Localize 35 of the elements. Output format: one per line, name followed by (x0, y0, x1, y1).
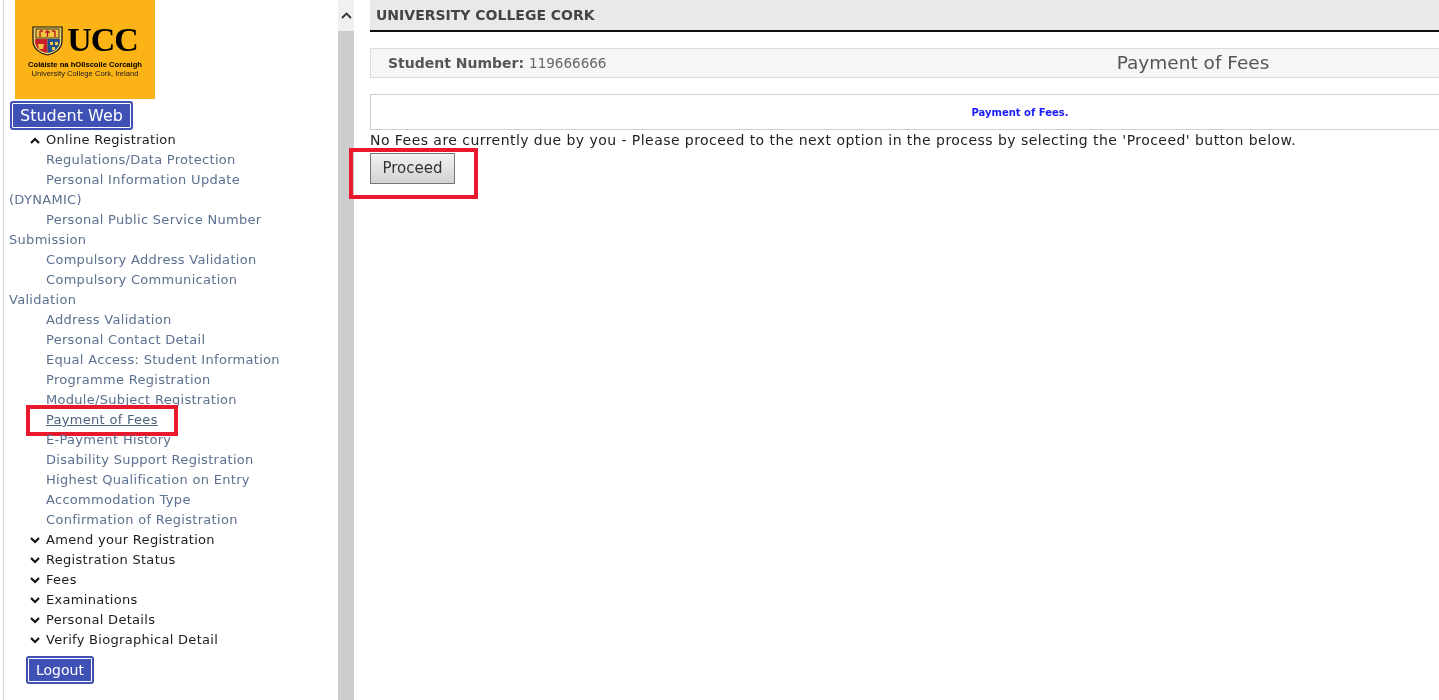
menu-section-link[interactable]: Online Registration (46, 130, 177, 150)
chevron-up-icon (340, 12, 352, 19)
student-number-value: 119666666 (529, 53, 607, 73)
logout-button[interactable]: Logout (26, 656, 94, 684)
fees-message: No Fees are currently due by you - Please proceed to the next option in the process by selecting the 'Proceed' button below. (370, 132, 1298, 149)
menu-link[interactable]: E-Payment History (9, 430, 172, 450)
page-title: Payment of Fees (1116, 51, 1270, 76)
menu-link[interactable]: Module/Subject Registration (9, 390, 237, 410)
header-title: UNIVERSITY COLLEGE CORK (376, 5, 595, 25)
student-web-button[interactable]: Student Web (10, 101, 133, 130)
logo-wordmark: UCC (67, 23, 138, 57)
menu-link[interactable]: Payment of Fees (9, 410, 158, 430)
menu-link[interactable]: Confirmation of Registration (9, 510, 238, 530)
menu-link[interactable]: Equal Access: Student Information (9, 350, 280, 370)
student-number-label: Student Number: (388, 53, 525, 73)
menu-section-link[interactable]: Registration Status (46, 550, 176, 570)
menu-section-link[interactable]: Fees (46, 570, 77, 590)
proceed-button[interactable]: Proceed (370, 153, 455, 184)
menu-section-link[interactable]: Personal Details (46, 610, 156, 630)
menu-link[interactable]: Personal Information Update (DYNAMIC) (9, 170, 297, 210)
menu-link[interactable]: Highest Qualification on Entry (9, 470, 250, 490)
menu-link[interactable]: Compulsory Communication Validation (9, 270, 297, 310)
menu-link[interactable]: Accommodation Type (9, 490, 191, 510)
menu-section-link[interactable]: Verify Biographical Detail (46, 630, 219, 650)
menu-section-link[interactable]: Amend your Registration (46, 530, 215, 550)
crest-icon (32, 24, 64, 56)
menu-link[interactable]: Personal Public Service Number Submission (9, 210, 297, 250)
notice-title: Payment of Fees. (971, 105, 1069, 120)
menu-link[interactable]: Compulsory Address Validation (9, 250, 257, 270)
menu-link[interactable]: Disability Support Registration (9, 450, 254, 470)
menu-section-link[interactable]: Examinations (46, 590, 138, 610)
menu-link[interactable]: Programme Registration (9, 370, 211, 390)
menu-link[interactable]: Regulations/Data Protection (9, 150, 236, 170)
menu-link[interactable]: Address Validation (9, 310, 172, 330)
menu-link[interactable]: Personal Contact Detail (9, 330, 206, 350)
